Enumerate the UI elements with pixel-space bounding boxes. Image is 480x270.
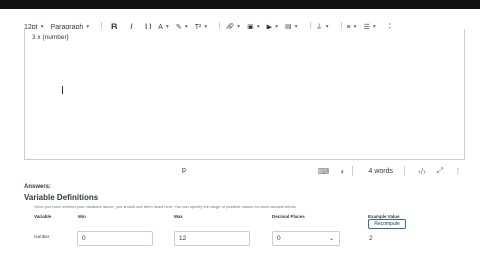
accessibility-icon[interactable]: ◑ bbox=[335, 165, 347, 177]
recompute-button[interactable]: Recompute bbox=[368, 219, 406, 229]
column-header-max: Max bbox=[174, 214, 183, 219]
word-count[interactable]: 4 words bbox=[368, 168, 393, 175]
fullscreen-icon[interactable]: ⤢ bbox=[434, 165, 446, 177]
max-input[interactable]: 12 bbox=[174, 231, 250, 246]
decimal-places-select[interactable]: 0 ⌄ bbox=[272, 231, 340, 246]
divider bbox=[352, 166, 354, 176]
variable-definitions-title: Variable Definitions bbox=[24, 193, 99, 202]
column-header-decimal-places: Decimal Places bbox=[272, 214, 305, 219]
decimal-places-value: 0 bbox=[277, 235, 281, 242]
min-input[interactable]: 0 bbox=[77, 231, 153, 246]
min-value: 0 bbox=[82, 235, 86, 242]
keyboard-icon[interactable]: ⌨ bbox=[317, 165, 330, 177]
column-header-variable: Variable bbox=[34, 214, 52, 219]
answers-heading: Answers: bbox=[24, 184, 52, 190]
text-cursor-icon bbox=[61, 86, 64, 94]
element-path[interactable]: p bbox=[182, 167, 186, 174]
resize-handle-icon[interactable]: ⁞ bbox=[452, 165, 464, 177]
max-value: 12 bbox=[179, 235, 187, 242]
rich-content-editor[interactable]: 3 x {number} bbox=[24, 29, 465, 160]
html-editor-icon[interactable]: ‹/› bbox=[416, 165, 428, 177]
variable-name: number bbox=[34, 234, 50, 239]
divider bbox=[404, 166, 405, 176]
editor-status-bar: p ⌨ ◑ 4 words ‹/› ⤢ ⁞ bbox=[24, 162, 464, 180]
example-value: 2 bbox=[369, 235, 373, 242]
column-header-min: Min bbox=[78, 214, 86, 219]
variable-definitions-description: Once you have entered your variables abo… bbox=[34, 204, 297, 209]
top-bar bbox=[0, 0, 480, 9]
chevron-down-icon: ⌄ bbox=[328, 236, 334, 242]
editor-content[interactable]: 3 x {number} bbox=[32, 34, 69, 41]
